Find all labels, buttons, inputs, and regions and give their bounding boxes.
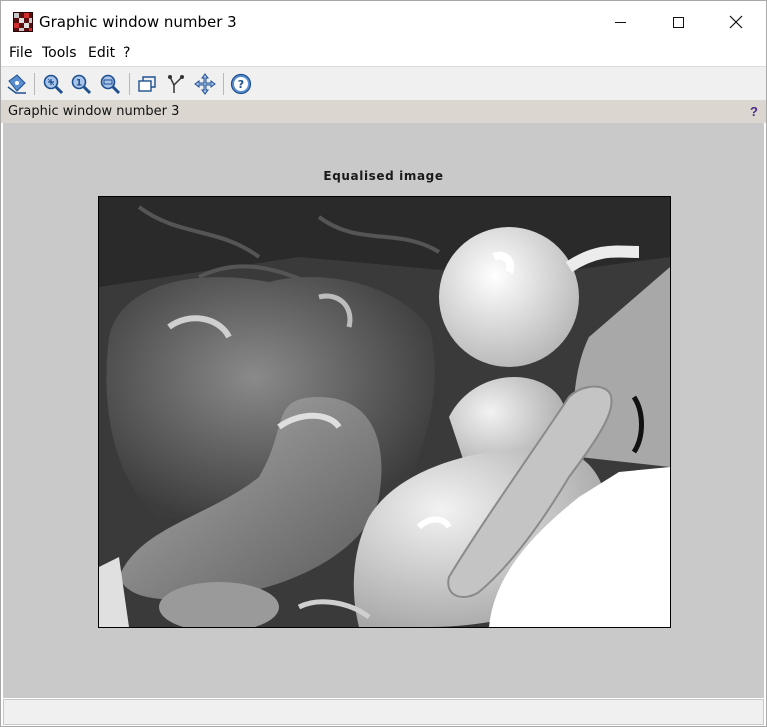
zoom-original-icon: 1: [71, 74, 92, 95]
menu-bar: File Tools Edit ?: [1, 43, 766, 65]
minimize-button[interactable]: [591, 1, 649, 43]
peppers-image: [99, 197, 670, 627]
graphic-window: Graphic window number 3 File Tools Edit …: [0, 0, 767, 727]
menu-file[interactable]: File: [9, 45, 32, 61]
zoom-in-button[interactable]: [41, 72, 65, 96]
zoom-original-button[interactable]: 1: [69, 72, 93, 96]
maximize-icon: [672, 16, 684, 28]
scilab-app-icon: [13, 12, 33, 32]
zoom-out-icon: [100, 74, 121, 95]
datatip-button[interactable]: [5, 72, 29, 96]
zoom-out-button[interactable]: [98, 72, 122, 96]
select-tree-icon: [168, 75, 184, 93]
select-tree-button[interactable]: [164, 72, 188, 96]
svg-text:?: ?: [238, 78, 244, 91]
equalised-image[interactable]: [98, 196, 671, 628]
info-help-button[interactable]: ?: [750, 104, 758, 119]
menu-help[interactable]: ?: [123, 45, 130, 61]
help-button[interactable]: ?: [229, 72, 253, 96]
minimize-icon: [614, 21, 626, 23]
maximize-button[interactable]: [649, 1, 707, 43]
close-icon: [729, 15, 743, 29]
pan-icon: [194, 73, 216, 95]
window-title: Graphic window number 3: [39, 13, 237, 31]
info-bar: Graphic window number 3 ?: [1, 100, 766, 123]
title-bar[interactable]: Graphic window number 3: [1, 1, 766, 43]
help-icon: ?: [230, 73, 252, 95]
menu-tools[interactable]: Tools: [42, 45, 77, 61]
datatip-icon: [7, 74, 26, 94]
info-text: Graphic window number 3: [8, 104, 180, 119]
graphic-canvas[interactable]: Equalised image: [3, 123, 764, 698]
svg-text:1: 1: [76, 79, 82, 89]
status-bar: [3, 699, 764, 725]
rotate-3d-button[interactable]: [136, 72, 160, 96]
menu-edit[interactable]: Edit: [88, 45, 115, 61]
plot-title: Equalised image: [323, 169, 444, 183]
toolbar: 1 ?: [1, 66, 766, 100]
zoom-in-icon: [43, 74, 64, 95]
pan-button[interactable]: [193, 72, 217, 96]
close-button[interactable]: [707, 1, 765, 43]
rotate-3d-icon: [138, 76, 156, 92]
